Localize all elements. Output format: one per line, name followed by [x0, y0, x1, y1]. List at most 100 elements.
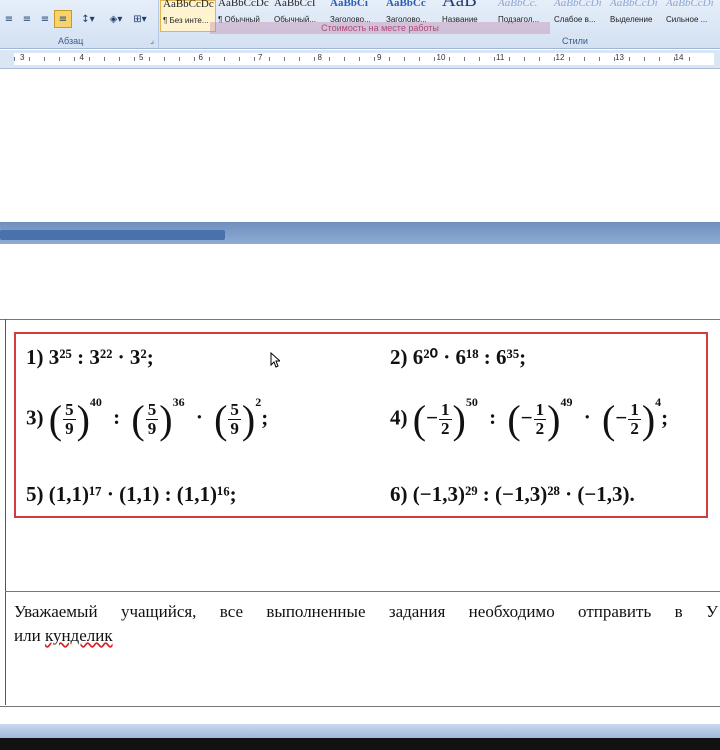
ruler-tick	[509, 57, 510, 61]
horizontal-scrollbar-thumb[interactable]	[0, 230, 225, 240]
ruler-tick	[119, 57, 120, 61]
ruler-number: 3	[20, 53, 25, 62]
ruler-tick	[329, 57, 330, 61]
exponent: 4	[655, 395, 662, 410]
fraction: 59	[145, 400, 159, 438]
style-sample: AaBbCcI	[274, 0, 316, 9]
ruler-tick	[59, 57, 60, 61]
ruler-tick	[209, 57, 210, 61]
style-sample: AaBbCcDi	[610, 0, 658, 9]
style-item[interactable]: AaBbCcDi Выделение	[608, 0, 662, 32]
status-bar	[0, 724, 720, 738]
exponent: 36	[172, 395, 185, 410]
align-right-icon[interactable]: ≡	[36, 10, 54, 28]
ruler-tick	[449, 57, 450, 61]
style-sample: AaBbCcDc	[163, 0, 214, 10]
ruler-tick	[434, 57, 435, 61]
ruler-tick	[584, 57, 585, 61]
problem-6-expression: (−1,3)²⁹ : (−1,3)²⁸ · (−1,3).	[412, 482, 635, 506]
style-item[interactable]: AaBbCcDc ¶ Без инте...	[160, 0, 216, 32]
ruler-tick	[299, 57, 300, 61]
ruler-track: 3 4 5 6 7 8 9 10 11 12 13 14	[14, 53, 714, 65]
ruler-number: 8	[317, 53, 322, 62]
exponent: 2	[255, 395, 262, 410]
borders-icon[interactable]: ⊞▾	[128, 10, 152, 28]
problem-1: 1) 3²⁵ : 3²² · 3²;	[26, 345, 154, 370]
fraction: 59	[63, 400, 76, 438]
exponent: 40	[89, 395, 102, 410]
ruler-tick	[164, 57, 165, 61]
instruction-message[interactable]: Уважаемый учащийся, все выполненные зада…	[14, 600, 718, 648]
ruler-tick	[44, 57, 45, 61]
problem-6: 6) (−1,3)²⁹ : (−1,3)²⁸ · (−1,3).	[390, 482, 635, 507]
ruler-tick	[89, 57, 90, 61]
style-sample: AaBbCc	[386, 0, 426, 9]
style-sample: AaB	[442, 0, 477, 11]
ruler-tick	[494, 57, 495, 61]
fraction: 59	[228, 400, 241, 438]
ruler-tick	[464, 57, 465, 61]
table-left-border	[5, 319, 6, 705]
fraction: 12	[533, 400, 547, 438]
taskbar	[0, 738, 720, 750]
style-item[interactable]: AaBbCcDi Слабое в...	[552, 0, 606, 32]
ruler-tick	[689, 57, 690, 61]
message-line-2-prefix: или	[14, 626, 45, 645]
style-name: Слабое в...	[554, 15, 596, 24]
ruler-number: 6	[198, 53, 203, 62]
ruler-number: 9	[377, 53, 382, 62]
ruler-tick	[29, 57, 30, 61]
ruler-tick	[359, 57, 360, 61]
style-sample: AaBbCcDc	[218, 0, 269, 9]
ruler-tick	[194, 57, 195, 61]
style-sample: AaBbCcDi	[666, 0, 714, 9]
shading-icon[interactable]: ◈▾	[104, 10, 128, 28]
ruler-tick	[539, 57, 540, 61]
style-item[interactable]: AaBbCcDi Сильное ...	[664, 0, 718, 32]
ruler-tick	[104, 57, 105, 61]
style-sample: AaBbCcDi	[554, 0, 602, 9]
dialog-launcher-icon[interactable]: ⌟	[150, 36, 154, 45]
problem-2-expression: 6²⁰ · 6¹⁸ : 6³⁵;	[412, 345, 527, 369]
ruler-tick	[659, 57, 660, 61]
ruler-tick	[389, 57, 390, 61]
ruler-tick	[179, 57, 180, 61]
problem-5: 5) (1,1)¹⁷ · (1,1) : (1,1)¹⁶;	[26, 482, 237, 507]
ruler-tick	[134, 57, 135, 61]
problem-2-label: 2)	[390, 345, 408, 369]
message-line-1: Уважаемый учащийся, все выполненные зада…	[14, 602, 718, 621]
table-row-separator	[5, 591, 720, 592]
mouse-cursor-icon	[270, 352, 280, 368]
ruler-tick	[644, 57, 645, 61]
ruler-tick	[14, 57, 15, 61]
style-sample: AaBbCi	[330, 0, 368, 9]
style-name: ¶ Без инте...	[163, 16, 209, 25]
ruler-tick	[344, 57, 345, 61]
line-spacing-icon[interactable]: ↕▾	[76, 10, 100, 28]
ruler-number: 5	[139, 53, 144, 62]
style-name: Выделение	[610, 15, 653, 24]
ruler-number: 7	[258, 53, 263, 62]
problem-1-expression: 3²⁵ : 3²² · 3²;	[48, 345, 154, 369]
paragraph-group: ≡ ≡ ≡ ≡ ↕▾ ◈▾ ⊞▾ Абзац ⌟	[0, 0, 159, 48]
problem-5-expression: (1,1)¹⁷ · (1,1) : (1,1)¹⁶;	[48, 482, 237, 506]
ruler-tick	[224, 57, 225, 61]
ruler-tick	[419, 57, 420, 61]
align-center-icon[interactable]: ≡	[18, 10, 36, 28]
misspelled-word[interactable]: кунделик	[45, 626, 113, 645]
ribbon: ≡ ≡ ≡ ≡ ↕▾ ◈▾ ⊞▾ Абзац ⌟ AaBbCcDc ¶ Без и…	[0, 0, 720, 49]
justify-icon[interactable]: ≡	[54, 10, 72, 28]
problem-3-label: 3)	[26, 405, 44, 430]
fraction: 12	[439, 400, 452, 438]
ruler-tick	[314, 57, 315, 61]
problem-4-label: 4)	[390, 405, 408, 430]
styles-group-label: Стили	[562, 36, 588, 46]
paragraph-group-label: Абзац	[58, 36, 84, 46]
problem-2: 2) 6²⁰ · 6¹⁸ : 6³⁵;	[390, 345, 526, 370]
ruler-tick	[524, 57, 525, 61]
ruler-tick	[254, 57, 255, 61]
align-left-icon[interactable]: ≡	[0, 10, 18, 28]
horizontal-ruler[interactable]: 3 4 5 6 7 8 9 10 11 12 13 14	[0, 50, 720, 69]
ruler-tick	[404, 57, 405, 61]
exponent: 49	[560, 395, 573, 410]
